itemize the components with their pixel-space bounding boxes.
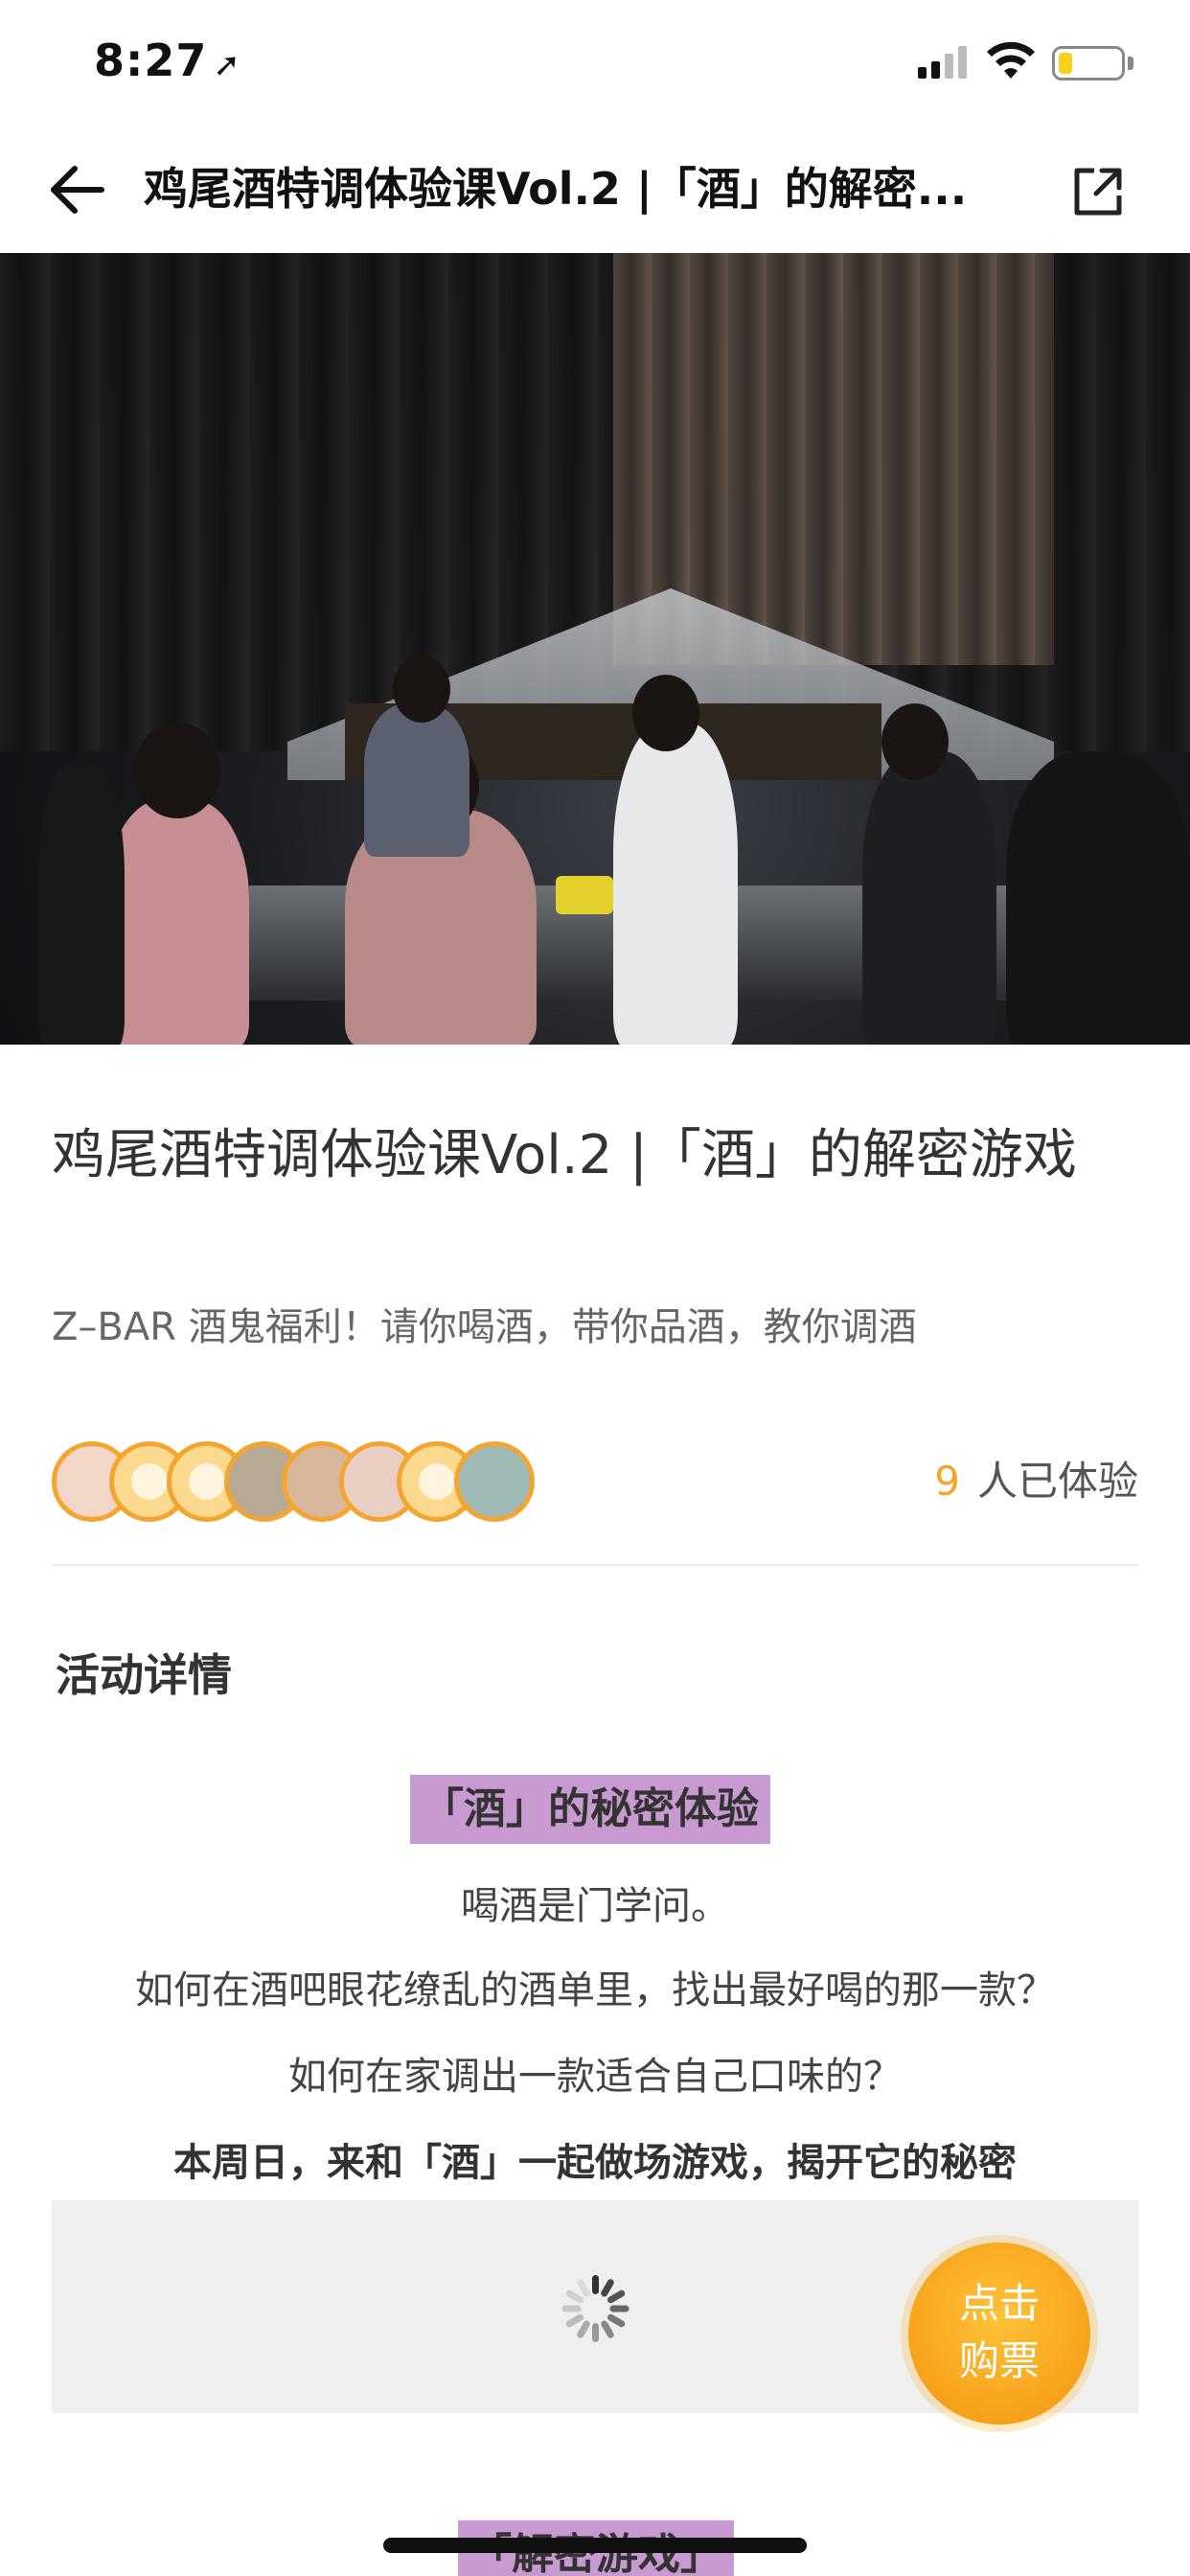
wifi-icon	[987, 41, 1035, 79]
external-share-icon[interactable]	[1069, 163, 1127, 220]
status-time-text: 8:27	[94, 34, 208, 86]
cellular-signal-icon	[918, 44, 970, 79]
person-figure	[1006, 751, 1190, 1045]
detail-tag: 「酒」的秘密体验	[410, 1775, 770, 1844]
person-figure	[38, 761, 125, 1045]
buy-ticket-line2: 购票	[958, 2337, 1040, 2384]
avatar	[454, 1441, 535, 1522]
battery-icon	[1052, 46, 1125, 80]
loading-spinner-icon	[561, 2275, 629, 2342]
person-figure	[105, 799, 249, 1045]
person-head	[134, 723, 220, 818]
divider	[52, 1564, 1138, 1566]
nav-bar: 鸡尾酒特调体验课Vol.2 |「酒」的解密...	[0, 126, 1190, 253]
participant-count: 9 人已体验	[934, 1449, 1138, 1507]
event-title: 鸡尾酒特调体验课Vol.2 |「酒」的解密游戏	[52, 1124, 1077, 1186]
status-bar: 8:27 ➚	[0, 0, 1190, 126]
person-head	[393, 656, 450, 723]
section-title-details: 活动详情	[52, 1641, 236, 1708]
person-head	[881, 703, 949, 780]
location-arrow-icon: ➚	[213, 46, 241, 84]
arrow-left-icon[interactable]	[46, 161, 107, 218]
detail-line: 喝酒是门学问。	[461, 1884, 729, 1928]
participant-count-number: 9	[934, 1458, 960, 1505]
page-title: 鸡尾酒特调体验课Vol.2 |「酒」的解密...	[144, 163, 968, 215]
detail-line: 如何在酒吧眼花缭乱的酒单里，找出最好喝的那一款？	[135, 1968, 1055, 2012]
person-figure	[613, 723, 738, 1045]
home-indicator[interactable]	[383, 2538, 807, 2553]
buy-ticket-line1: 点击	[958, 2280, 1040, 2327]
person-figure	[862, 751, 996, 1045]
detail-line: 如何在家调出一款适合自己口味的？	[288, 2055, 902, 2099]
person-figure	[364, 703, 469, 857]
event-subtitle: Z–BAR 酒鬼福利！请你喝酒，带你品酒，教你调酒	[52, 1305, 917, 1349]
status-time: 8:27 ➚	[94, 34, 241, 86]
participant-avatars[interactable]	[52, 1441, 550, 1522]
person-head	[632, 675, 699, 751]
buy-ticket-button[interactable]: 点击 购票	[908, 2242, 1090, 2425]
participant-count-label: 人已体验	[976, 1458, 1138, 1505]
battery-nub	[1128, 57, 1133, 70]
detail-bold-line: 本周日，来和「酒」一起做场游戏，揭开它的秘密	[173, 2141, 1017, 2185]
event-cover-image	[0, 253, 1190, 1045]
lemon-tray	[556, 876, 613, 914]
